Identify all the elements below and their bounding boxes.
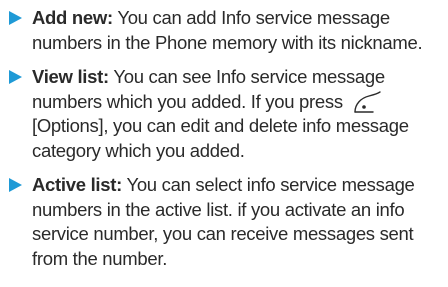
item-term: Active list: — [32, 174, 122, 195]
item-description-cont: [Options], you can edit and delete info … — [32, 115, 409, 161]
item-term: Add new: — [32, 7, 113, 28]
bullet-arrow-icon — [9, 178, 22, 192]
manual-page: Add new: You can add Info service messag… — [0, 0, 448, 287]
bullet-arrow-icon — [9, 70, 22, 84]
list-item-active-list: Active list: You can select info service… — [8, 173, 440, 271]
list-item-add-new: Add new: You can add Info service messag… — [8, 6, 440, 55]
bullet-arrow-icon — [9, 11, 22, 25]
list-item-view-list: View list: You can see Info service mess… — [8, 65, 440, 163]
left-soft-key-icon — [352, 90, 382, 113]
item-term: View list: — [32, 66, 109, 87]
